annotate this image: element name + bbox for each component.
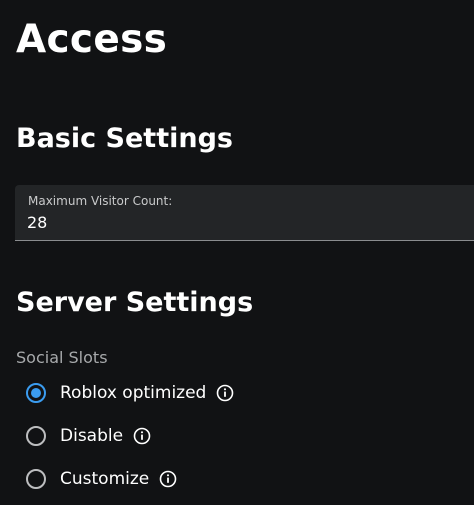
social-slots-option-roblox-optimized[interactable]: Roblox optimized xyxy=(26,381,234,405)
info-icon[interactable] xyxy=(133,427,151,445)
page-title: Access xyxy=(16,17,168,62)
basic-settings-heading: Basic Settings xyxy=(16,123,233,154)
option-label: Roblox optimized xyxy=(60,383,207,403)
social-slots-label: Social Slots xyxy=(16,348,108,367)
max-visitor-count-input[interactable] xyxy=(27,210,447,234)
max-visitor-count-field[interactable]: Maximum Visitor Count: xyxy=(15,185,474,241)
info-icon[interactable] xyxy=(216,384,234,402)
radio-unselected-icon[interactable] xyxy=(26,469,46,489)
social-slots-option-customize[interactable]: Customize xyxy=(26,467,177,491)
option-label: Customize xyxy=(60,469,150,489)
server-settings-heading: Server Settings xyxy=(16,287,254,318)
social-slots-option-disable[interactable]: Disable xyxy=(26,424,151,448)
radio-unselected-icon[interactable] xyxy=(26,426,46,446)
radio-selected-icon[interactable] xyxy=(26,383,46,403)
max-visitor-count-label: Maximum Visitor Count: xyxy=(28,194,173,208)
option-label: Disable xyxy=(60,426,124,446)
info-icon[interactable] xyxy=(159,470,177,488)
